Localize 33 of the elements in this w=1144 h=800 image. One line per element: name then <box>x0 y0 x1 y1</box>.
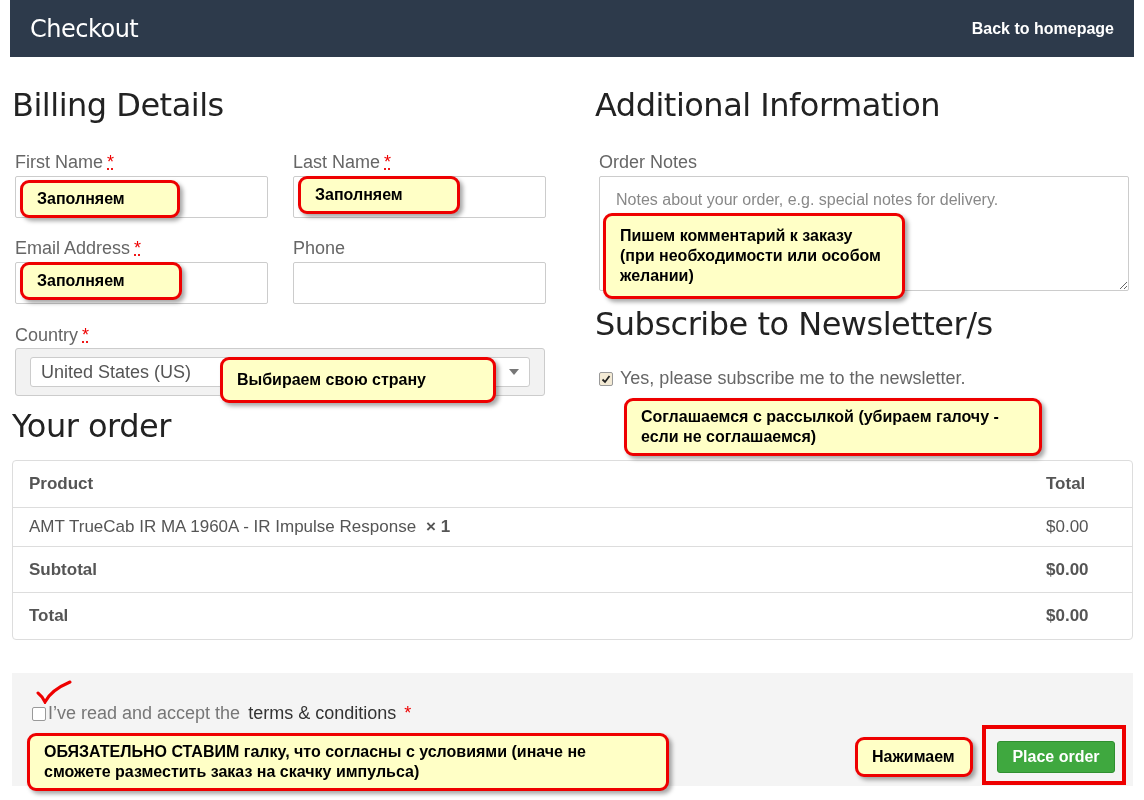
annotation-tooltip: Заполняем <box>20 180 180 218</box>
field-label: Phone <box>293 237 346 259</box>
annotation-tooltip: Заполняем <box>298 176 460 214</box>
field-label: Email Address * <box>15 237 142 259</box>
annotation-tooltip: Пишем комментарий к заказу (при необходимости или особом желании) <box>603 213 905 299</box>
required-mark: * <box>134 238 142 258</box>
section-heading: Additional Information <box>595 85 941 125</box>
table-cell: Subtotal <box>29 559 97 580</box>
required-mark: * <box>404 703 412 724</box>
table-cell: AMT TrueCab IR MA 1960A - IR Impulse Response × 1 <box>29 517 451 537</box>
field-label: Order Notes <box>598 151 698 173</box>
annotation-tooltip: Нажимаем <box>855 737 973 777</box>
field-label: Last Name * <box>293 151 392 173</box>
page-title: Checkout <box>30 14 139 43</box>
section-heading: Billing Details <box>12 85 224 125</box>
column-header: Product <box>29 474 94 494</box>
annotation-tooltip: Заполняем <box>20 262 182 300</box>
table-cell-text: $0.00 <box>1046 559 1090 580</box>
required-mark: * <box>82 325 90 345</box>
field-label: First Name * <box>15 151 115 173</box>
field-label: Country * <box>15 324 90 346</box>
required-mark: * <box>107 152 115 172</box>
required-mark: * <box>384 152 392 172</box>
column-header: Total <box>1046 474 1087 494</box>
table-cell-text: $0.00 <box>1046 517 1090 537</box>
table-cell: Total <box>29 606 69 626</box>
terms-text: I’ve read and accept the <box>48 703 241 724</box>
annotation-tooltip: ОБЯЗАТЕЛЬНО СТАВИМ галку, что согласны с условиями (иначе не сможете разместить заказ на скачку импульса) <box>27 733 669 791</box>
table-cell-text: $0.00 <box>1046 606 1090 626</box>
section-heading: Your order <box>12 406 171 446</box>
annotation-tooltip: Выбираем свою страну <box>220 357 496 403</box>
annotation-tooltip: Соглашаемся с рассылкой (убираем галочу - если не соглашаемся) <box>624 398 1042 456</box>
section-heading: Subscribe to Newsletter/s <box>595 304 993 344</box>
